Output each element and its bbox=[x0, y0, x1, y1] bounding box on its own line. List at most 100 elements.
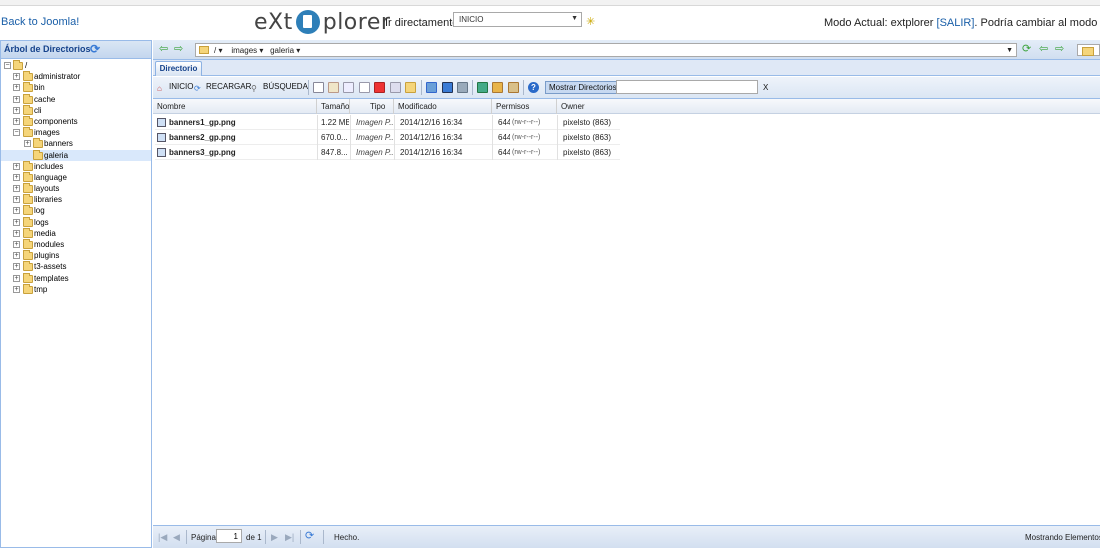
page-number-input[interactable] bbox=[216, 529, 242, 543]
expand-toggle-icon[interactable]: + bbox=[13, 207, 20, 215]
directory-tree-panel: Árbol de Directorios ⟳ − / + administrat… bbox=[0, 40, 152, 548]
refresh-icon[interactable]: ⟳ bbox=[305, 531, 314, 542]
search-button[interactable]: ⚲ BÚSQUEDA bbox=[251, 82, 308, 94]
folder-button[interactable] bbox=[1077, 44, 1100, 56]
file-row[interactable]: banners1_gp.png 1.22 MB Imagen P... 2014… bbox=[155, 115, 620, 130]
tree-item-log[interactable]: + log bbox=[1, 205, 151, 216]
status-message: Hecho. bbox=[334, 533, 360, 542]
expand-toggle-icon[interactable]: + bbox=[24, 140, 31, 148]
upload-arrow-icon[interactable] bbox=[457, 82, 468, 93]
star-go-icon[interactable]: ✳ bbox=[586, 17, 597, 28]
tree-item-layouts[interactable]: + layouts bbox=[1, 183, 151, 194]
logout-link[interactable]: [SALIR] bbox=[937, 17, 975, 29]
collapse-toggle-icon[interactable]: − bbox=[4, 62, 11, 69]
tree-root[interactable]: − / bbox=[1, 60, 151, 71]
forward-arrow-icon[interactable]: ⇨ bbox=[1055, 44, 1064, 55]
expand-toggle-icon[interactable]: + bbox=[13, 285, 20, 293]
view-icon[interactable] bbox=[426, 82, 437, 93]
archive-icon[interactable] bbox=[492, 82, 503, 93]
home-button[interactable]: ⌂ INICIO bbox=[157, 82, 193, 94]
expand-toggle-icon[interactable]: + bbox=[13, 162, 20, 170]
expand-toggle-icon[interactable]: + bbox=[13, 252, 20, 260]
goto-select[interactable]: INICIO ▼ bbox=[453, 12, 582, 27]
filter-input[interactable] bbox=[616, 80, 758, 94]
tree-item-t3-assets[interactable]: + t3-assets bbox=[1, 261, 151, 272]
first-page-icon[interactable]: |◀ bbox=[158, 532, 167, 542]
new-file-icon[interactable] bbox=[313, 82, 324, 93]
file-row[interactable]: banners2_gp.png 670.0... Imagen P... 201… bbox=[155, 130, 620, 145]
file-name-cell[interactable]: banners3_gp.png bbox=[155, 145, 315, 160]
breadcrumb-galeria[interactable]: galeria ▾ bbox=[270, 46, 300, 55]
back-arrow-icon[interactable]: ⇦ bbox=[159, 44, 168, 55]
breadcrumb-root[interactable]: / ▾ bbox=[214, 46, 222, 55]
delete-icon[interactable] bbox=[374, 82, 385, 93]
tree-item-images[interactable]: − images bbox=[1, 127, 151, 138]
expand-toggle-icon[interactable]: + bbox=[13, 263, 20, 271]
page-count-label: de 1 bbox=[246, 533, 262, 542]
expand-toggle-icon[interactable]: + bbox=[13, 185, 20, 193]
expand-toggle-icon[interactable]: + bbox=[13, 196, 20, 204]
expand-toggle-icon[interactable]: + bbox=[13, 173, 20, 181]
tab-directorio[interactable]: Directorio bbox=[155, 61, 202, 76]
tree-item-tmp[interactable]: + tmp bbox=[1, 283, 151, 295]
refresh-location-icon[interactable]: ⟳ bbox=[1022, 44, 1031, 55]
rename-icon[interactable] bbox=[390, 82, 401, 93]
expand-toggle-icon[interactable]: + bbox=[13, 274, 20, 282]
chmod-icon[interactable] bbox=[405, 82, 416, 93]
tree-item-libraries[interactable]: + libraries bbox=[1, 194, 151, 205]
column-header-owner[interactable]: Owner bbox=[557, 99, 621, 114]
expand-toggle-icon[interactable]: + bbox=[13, 241, 20, 248]
tree-item-administrator[interactable]: + administrator bbox=[1, 71, 151, 82]
column-header-type[interactable]: Tipo bbox=[350, 99, 394, 114]
back-to-joomla-link[interactable]: Back to Joomla! bbox=[1, 16, 79, 28]
expand-toggle-icon[interactable]: + bbox=[13, 218, 20, 226]
breadcrumb-images[interactable]: images ▾ bbox=[231, 46, 263, 55]
expand-toggle-icon[interactable]: + bbox=[13, 117, 20, 125]
file-row[interactable]: banners3_gp.png 847.8... Imagen P... 201… bbox=[155, 145, 620, 160]
expand-toggle-icon[interactable]: + bbox=[13, 73, 20, 81]
expand-toggle-icon[interactable]: + bbox=[13, 106, 20, 114]
collapse-toggle-icon[interactable]: − bbox=[13, 129, 20, 137]
help-icon[interactable]: ? bbox=[528, 82, 539, 93]
column-header-size[interactable]: Tamaño bbox=[317, 99, 350, 114]
copy-icon[interactable] bbox=[343, 82, 354, 93]
tree-item-banners[interactable]: + banners bbox=[1, 138, 151, 149]
expand-toggle-icon[interactable]: + bbox=[13, 84, 20, 92]
show-directories-toggle[interactable]: Mostrar Directorios bbox=[545, 81, 621, 94]
tree-item-templates[interactable]: + templates bbox=[1, 272, 151, 284]
tree-item-media[interactable]: + media bbox=[1, 227, 151, 239]
tree-item-includes[interactable]: + includes bbox=[1, 160, 151, 172]
last-page-icon[interactable]: ▶| bbox=[285, 532, 294, 542]
column-header-modified[interactable]: Modificado bbox=[394, 99, 492, 114]
next-page-icon[interactable]: ▶ bbox=[271, 532, 278, 542]
previous-page-icon[interactable]: ◀ bbox=[173, 532, 180, 542]
extract-icon[interactable] bbox=[508, 82, 519, 93]
column-header-permissions[interactable]: Permisos bbox=[492, 99, 557, 114]
move-icon[interactable] bbox=[359, 82, 370, 93]
tree-item-logs[interactable]: + logs bbox=[1, 216, 151, 228]
edit-file-icon[interactable] bbox=[328, 82, 339, 93]
path-breadcrumb[interactable]: / ▾ images ▾ galeria ▾ ▼ bbox=[195, 43, 1017, 57]
upload-icon[interactable] bbox=[477, 82, 488, 93]
download-icon[interactable] bbox=[442, 82, 453, 93]
tree-item-plugins[interactable]: + plugins bbox=[1, 250, 151, 261]
back-arrow-icon[interactable]: ⇦ bbox=[1039, 44, 1048, 55]
refresh-tree-icon[interactable]: ⟳ bbox=[90, 43, 102, 55]
tree-item-galeria[interactable]: galeria bbox=[1, 149, 151, 161]
clear-filter-button[interactable]: X bbox=[763, 83, 768, 92]
tree-item-bin[interactable]: + bin bbox=[1, 82, 151, 93]
file-name-cell[interactable]: banners2_gp.png bbox=[155, 130, 315, 145]
folder-icon bbox=[23, 227, 33, 238]
tree-item-modules[interactable]: + modules bbox=[1, 239, 151, 250]
tree-item-language[interactable]: + language bbox=[1, 171, 151, 183]
chevron-down-icon[interactable]: ▼ bbox=[1006, 44, 1013, 57]
tree-item-cache[interactable]: + cache bbox=[1, 93, 151, 105]
tree-item-components[interactable]: + components bbox=[1, 115, 151, 127]
tree-item-cli[interactable]: + cli bbox=[1, 104, 151, 116]
reload-button[interactable]: ⟳ RECARGAR bbox=[194, 82, 251, 94]
expand-toggle-icon[interactable]: + bbox=[13, 95, 20, 103]
expand-toggle-icon[interactable]: + bbox=[13, 229, 20, 237]
column-header-name[interactable]: Nombre bbox=[153, 99, 317, 114]
file-name-cell[interactable]: banners1_gp.png bbox=[155, 115, 315, 130]
forward-arrow-icon[interactable]: ⇨ bbox=[174, 44, 183, 55]
